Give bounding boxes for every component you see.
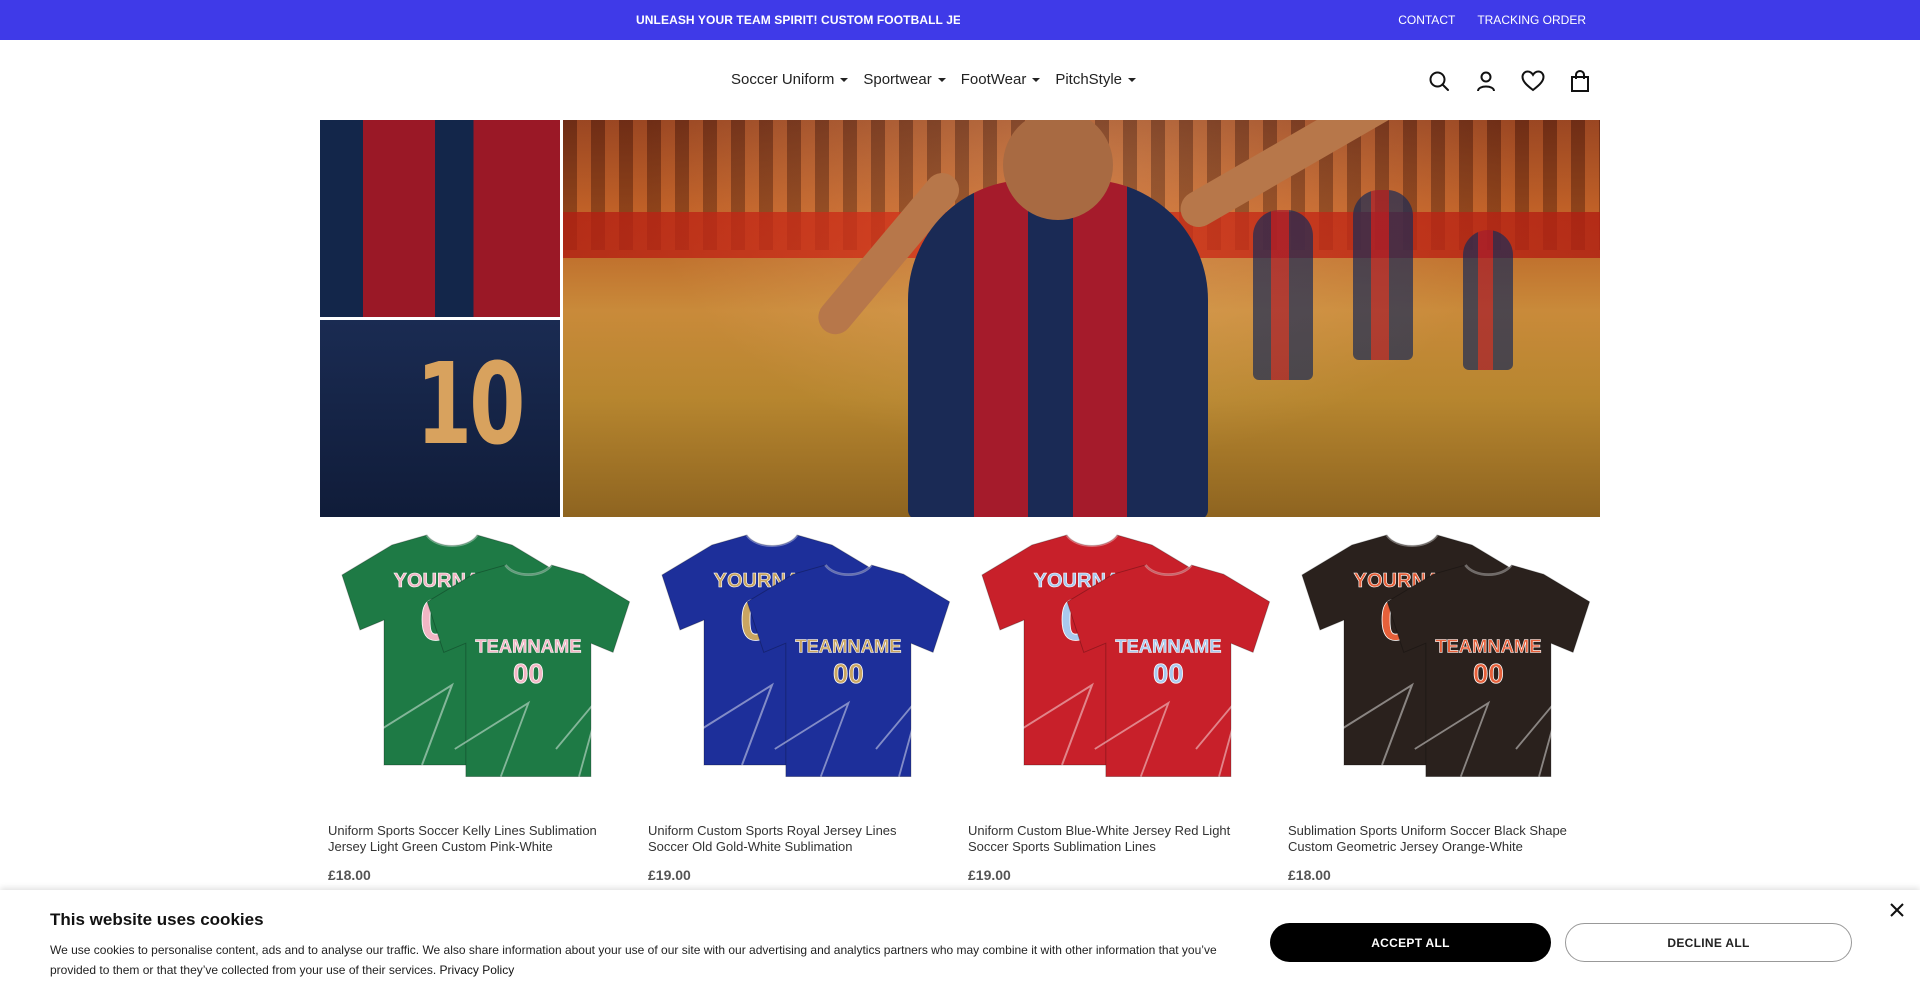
hero-celebration-image (563, 120, 1600, 517)
decline-all-button[interactable]: DECLINE ALL (1565, 923, 1852, 962)
jersey-number: 00 (1473, 658, 1504, 689)
nav-item-pitchstyle[interactable]: PitchStyle (1055, 71, 1137, 88)
jersey-illustration: YOURNAME00TEAMNAME00 (981, 533, 1271, 778)
site-header: Soccer Uniform Sportwear FootWear PitchS… (0, 40, 1920, 120)
jersey-number: 00 (513, 658, 544, 689)
jersey-label: TEAMNAME (475, 635, 581, 656)
jersey-number: 10 (416, 340, 525, 470)
nav-item-label: Soccer Uniform (731, 71, 835, 88)
product-image[interactable]: YOURNAME00TEAMNAME00 (1288, 527, 1592, 817)
product-image[interactable]: YOURNAME00TEAMNAME00 (648, 527, 952, 817)
nav-item-label: PitchStyle (1055, 71, 1123, 88)
cookie-banner: This website uses cookies We use cookies… (0, 890, 1920, 993)
product-name[interactable]: Uniform Sports Soccer Kelly Lines Sublim… (328, 823, 618, 855)
header-actions (1426, 68, 1592, 93)
wishlist-icon[interactable] (1520, 68, 1545, 93)
celebrating-player (908, 180, 1208, 517)
chevron-down-icon (840, 77, 849, 82)
product-card[interactable]: YOURNAME00TEAMNAME00 Uniform Custom Spor… (640, 527, 960, 883)
product-price: £18.00 (1288, 867, 1331, 883)
search-icon[interactable] (1426, 68, 1451, 93)
jersey-illustration: YOURNAME00TEAMNAME00 (1301, 533, 1591, 778)
nav-item-footwear[interactable]: FootWear (961, 71, 1041, 88)
background-player (1463, 230, 1513, 370)
product-price: £18.00 (328, 867, 371, 883)
product-price: £19.00 (648, 867, 691, 883)
nav-item-soccer-uniform[interactable]: Soccer Uniform (731, 71, 849, 88)
announcement-text: UNLEASH YOUR TEAM SPIRIT! CUSTOM FOOTBAL… (636, 13, 960, 27)
jersey-label: TEAMNAME (1115, 635, 1221, 656)
background-player (1253, 210, 1313, 380)
main-nav: Soccer Uniform Sportwear FootWear PitchS… (731, 71, 1137, 88)
product-card[interactable]: YOURNAME00TEAMNAME00 Sublimation Sports … (1280, 527, 1600, 883)
product-image[interactable]: YOURNAME00TEAMNAME00 (968, 527, 1272, 817)
hero-jersey-number-image: 10 (320, 320, 560, 517)
hero-jersey-closeup-image (320, 120, 560, 317)
cookie-description: We use cookies to personalise content, a… (50, 943, 1217, 977)
jersey-illustration: YOURNAME00TEAMNAME00 (661, 533, 951, 778)
chevron-down-icon (1032, 77, 1041, 82)
tracking-order-link[interactable]: TRACKING ORDER (1477, 13, 1586, 27)
product-name[interactable]: Sublimation Sports Uniform Soccer Black … (1288, 823, 1578, 855)
product-price: £19.00 (968, 867, 1011, 883)
chevron-down-icon (937, 77, 946, 82)
nav-item-sportwear[interactable]: Sportwear (863, 71, 946, 88)
cookie-title: This website uses cookies (50, 910, 264, 929)
jersey-label: TEAMNAME (1435, 635, 1541, 656)
product-name[interactable]: Uniform Custom Blue-White Jersey Red Lig… (968, 823, 1258, 855)
product-name[interactable]: Uniform Custom Sports Royal Jersey Lines… (648, 823, 938, 855)
background-player (1353, 190, 1413, 360)
chevron-down-icon (1128, 77, 1137, 82)
product-grid: YOURNAME00TEAMNAME00 Uniform Sports Socc… (320, 527, 1600, 883)
jersey-number: 00 (833, 658, 864, 689)
close-icon[interactable] (1887, 900, 1907, 920)
hero-banner[interactable]: 10 (320, 120, 1600, 517)
product-card[interactable]: YOURNAME00TEAMNAME00 Uniform Sports Socc… (320, 527, 640, 883)
nav-item-label: Sportwear (863, 71, 932, 88)
jersey-illustration: YOURNAME00TEAMNAME00 (341, 533, 631, 778)
product-image[interactable]: YOURNAME00TEAMNAME00 (328, 527, 632, 817)
accept-all-button[interactable]: ACCEPT ALL (1270, 923, 1551, 962)
contact-link[interactable]: CONTACT (1398, 13, 1455, 27)
privacy-policy-link[interactable]: Privacy Policy (440, 963, 515, 977)
account-icon[interactable] (1473, 68, 1498, 93)
top-links: CONTACT TRACKING ORDER (1398, 13, 1586, 27)
cart-icon[interactable] (1567, 68, 1592, 93)
product-card[interactable]: YOURNAME00TEAMNAME00 Uniform Custom Blue… (960, 527, 1280, 883)
nav-item-label: FootWear (960, 71, 1027, 88)
announcement-bar: UNLEASH YOUR TEAM SPIRIT! CUSTOM FOOTBAL… (0, 0, 1920, 40)
jersey-label: TEAMNAME (795, 635, 901, 656)
jersey-number: 00 (1153, 658, 1184, 689)
cookie-text: We use cookies to personalise content, a… (50, 940, 1230, 980)
